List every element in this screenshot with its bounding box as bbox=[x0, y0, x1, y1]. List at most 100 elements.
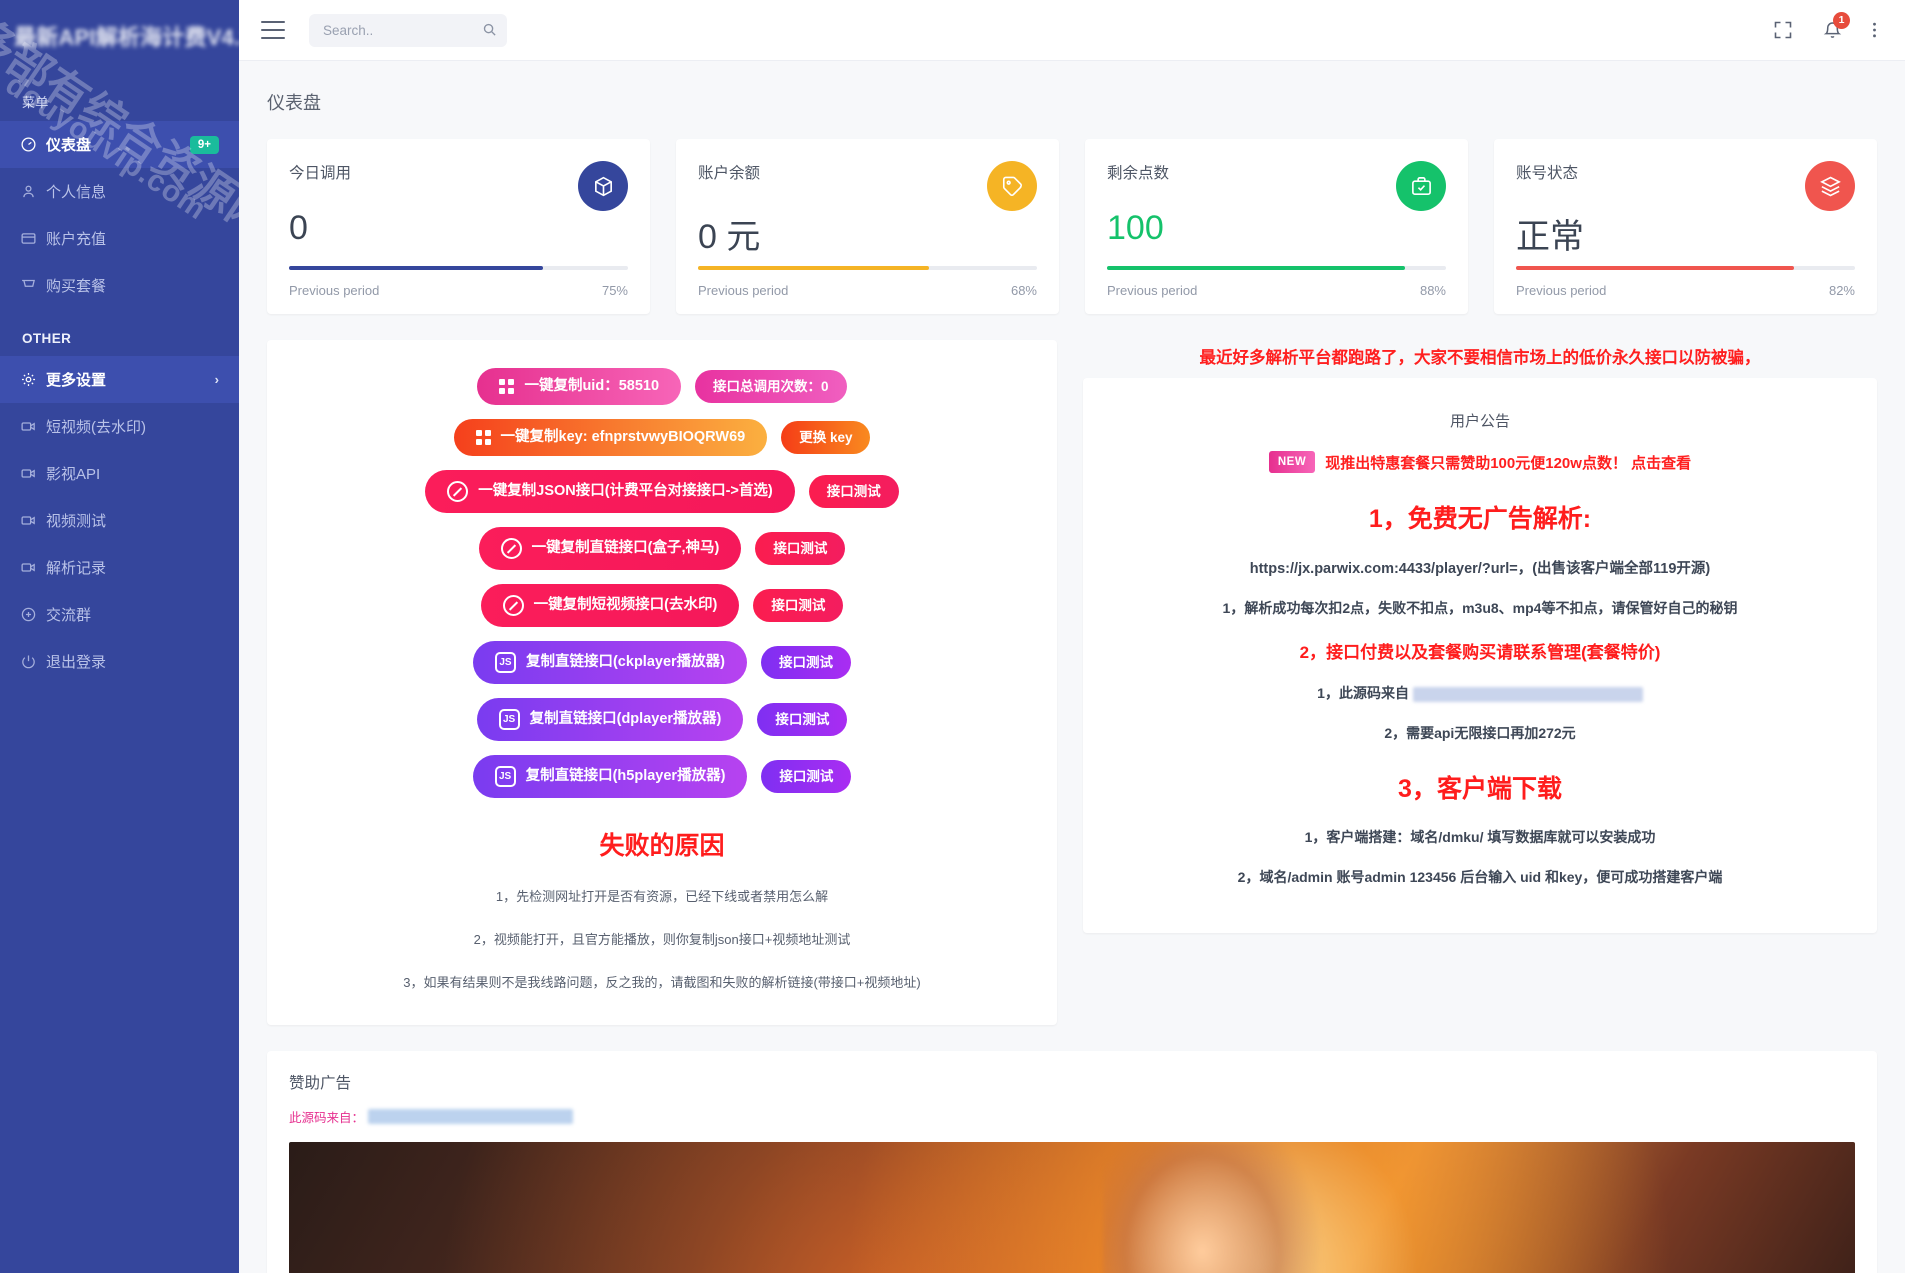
announcement-section-3-title: 3，客户端下载 bbox=[1398, 775, 1562, 803]
link-icon bbox=[447, 481, 469, 502]
stat-card-value: 0 bbox=[289, 209, 308, 247]
sponsor-ad-banner[interactable]: V 腾讯视频 VIP bbox=[289, 1142, 1855, 1273]
sidebar-item-profile[interactable]: 个人信息 bbox=[0, 168, 239, 215]
sidebar-section-other: OTHER bbox=[22, 331, 72, 346]
stat-card-progress-fill bbox=[1107, 266, 1406, 270]
stat-card-progress-fill bbox=[698, 266, 929, 270]
sidebar-item-label: 短视频(去水印) bbox=[46, 419, 146, 436]
search-box[interactable] bbox=[309, 13, 507, 47]
stat-card-legend-label: Previous period bbox=[698, 283, 789, 298]
sponsor-title: 赞助广告 bbox=[289, 1075, 352, 1092]
announcement-url[interactable]: https://jx.parwix.com:4433/player/?url=，… bbox=[1107, 557, 1853, 578]
copy-dplayer-link-button[interactable]: JS 复制直链接口(dplayer播放器) bbox=[476, 698, 744, 741]
api-test-button[interactable]: 接口测试 bbox=[761, 645, 851, 680]
button-label: 更换 key bbox=[799, 429, 853, 445]
hamburger-icon[interactable] bbox=[261, 21, 285, 39]
cart-icon bbox=[20, 277, 46, 294]
button-label: 接口测试 bbox=[826, 483, 881, 499]
copy-uid-button[interactable]: 一键复制uid：58510 bbox=[477, 368, 682, 405]
copy-h5player-link-button[interactable]: JS 复制直链接口(h5player播放器) bbox=[472, 755, 748, 798]
video-icon bbox=[20, 559, 46, 576]
stat-card-legend-percent: 68% bbox=[1010, 283, 1037, 298]
action-row: 一键复制直链接口(盒子,神马) 接口测试 bbox=[287, 527, 1037, 570]
sidebar-item-buy-package[interactable]: 购买套餐 bbox=[0, 262, 239, 309]
more-vertical-icon[interactable] bbox=[1872, 20, 1877, 40]
api-test-button[interactable]: 接口测试 bbox=[761, 759, 852, 794]
page-title: 仪表盘 bbox=[267, 93, 321, 113]
api-test-button[interactable]: 接口测试 bbox=[753, 588, 844, 623]
action-row: 一键复制uid：58510 接口总调用次数：0 bbox=[287, 368, 1037, 405]
stat-card-value: 正常 bbox=[1516, 218, 1584, 256]
button-label: 接口测试 bbox=[779, 768, 834, 784]
redacted-source-text bbox=[1412, 686, 1643, 702]
button-label: 复制直链接口(ckplayer播放器) bbox=[525, 654, 725, 671]
sidebar-item-film-api[interactable]: 影视API bbox=[0, 450, 239, 497]
sidebar-item-label: 影视API bbox=[46, 466, 101, 483]
announcement-note-3: 2，需要api无限接口再加272元 bbox=[1384, 725, 1576, 741]
copy-key-button[interactable]: 一键复制key: efnprstvwyBIOQRW69 bbox=[453, 419, 768, 456]
sidebar-item-video-test[interactable]: 视频测试 bbox=[0, 497, 239, 544]
gauge-icon bbox=[20, 136, 46, 153]
copy-ckplayer-link-button[interactable]: JS 复制直链接口(ckplayer播放器) bbox=[472, 641, 747, 684]
video-icon bbox=[20, 418, 46, 435]
sidebar-item-community[interactable]: 交流群 bbox=[0, 591, 239, 638]
stat-card-legend-percent: 88% bbox=[1419, 283, 1446, 298]
stat-card-legend-percent: 75% bbox=[601, 283, 628, 298]
change-key-button[interactable]: 更换 key bbox=[781, 420, 871, 455]
search-input[interactable] bbox=[321, 21, 495, 39]
credit-card-icon bbox=[20, 230, 46, 247]
sidebar-item-label: 仪表盘 bbox=[46, 137, 92, 154]
stat-card-progress-track bbox=[289, 266, 628, 270]
ad-background-image bbox=[1103, 1142, 1324, 1273]
button-label: 复制直链接口(dplayer播放器) bbox=[529, 711, 722, 728]
stat-card-title: 账户余额 bbox=[698, 165, 761, 182]
sidebar-item-logout[interactable]: 退出登录 bbox=[0, 638, 239, 685]
button-label: 复制直链接口(h5player播放器) bbox=[525, 768, 726, 785]
notifications-button[interactable]: 1 bbox=[1823, 11, 1850, 40]
sidebar-item-short-video[interactable]: 短视频(去水印) bbox=[0, 403, 239, 450]
action-row: JS 复制直链接口(h5player播放器) 接口测试 bbox=[287, 755, 1037, 798]
stat-card-title: 剩余点数 bbox=[1107, 165, 1170, 182]
sidebar-item-parse-records[interactable]: 解析记录 bbox=[0, 544, 239, 591]
api-test-button[interactable]: 接口测试 bbox=[757, 702, 848, 737]
panels-row: 一键复制uid：58510 接口总调用次数：0 一键复制key: efnprst… bbox=[239, 314, 1905, 1025]
sidebar-item-more-settings[interactable]: 更多设置 › bbox=[0, 356, 239, 403]
stat-card-value: 100 bbox=[1107, 209, 1164, 247]
tag-icon bbox=[987, 161, 1037, 211]
copy-direct-link-api-button[interactable]: 一键复制直链接口(盒子,神马) bbox=[478, 527, 742, 570]
announcement-section-1-title: 1，免费无广告解析: bbox=[1368, 505, 1592, 533]
action-row: JS 复制直链接口(dplayer播放器) 接口测试 bbox=[287, 698, 1037, 741]
sidebar-item-label: 视频测试 bbox=[46, 513, 107, 530]
sidebar-item-label: 更多设置 bbox=[46, 372, 107, 389]
main-content: 仪表盘 今日调用 0 Previous period 75% 账户余额 0 元 bbox=[239, 61, 1905, 1273]
video-icon bbox=[20, 512, 46, 529]
box-icon bbox=[578, 161, 628, 211]
announcement-note-1: 1，解析成功每次扣2点，失败不扣点，m3u8、mp4等不扣点，请保管好自己的秘钥 bbox=[1222, 600, 1738, 616]
api-test-button[interactable]: 接口测试 bbox=[808, 474, 899, 509]
top-bar: 1 bbox=[239, 0, 1905, 61]
button-label: 一键复制uid：58510 bbox=[524, 378, 660, 395]
brand-logo-blurred-text: 最新API解析海计费V4.3 bbox=[14, 25, 239, 50]
api-test-button[interactable]: 接口测试 bbox=[755, 531, 846, 566]
sidebar-item-dashboard[interactable]: 仪表盘 9+ bbox=[0, 121, 239, 168]
sidebar-item-recharge[interactable]: 账户充值 bbox=[0, 215, 239, 262]
api-actions-panel: 一键复制uid：58510 接口总调用次数：0 一键复制key: efnprst… bbox=[267, 340, 1057, 1025]
failure-reason-line: 2，视频能打开，且官方能播放，则你复制json接口+视频地址测试 bbox=[473, 932, 851, 947]
fullscreen-icon[interactable] bbox=[1773, 20, 1793, 40]
total-calls-button[interactable]: 接口总调用次数：0 bbox=[695, 369, 847, 404]
action-row: 一键复制key: efnprstvwyBIOQRW69 更换 key bbox=[287, 419, 1037, 456]
announcement-note-2-prefix: 1，此源码来自 bbox=[1317, 685, 1409, 701]
redacted-source-link bbox=[368, 1109, 574, 1124]
announcement-note-5: 2，域名/admin 账号admin 123456 后台输入 uid 和key，… bbox=[1237, 869, 1723, 885]
sidebar-item-label: 个人信息 bbox=[46, 184, 107, 201]
sidebar-badge-dashboard: 9+ bbox=[189, 135, 219, 154]
sponsor-ad-panel: 赞助广告 此源码来自： V 腾讯视频 VIP bbox=[267, 1051, 1877, 1273]
brand-logo[interactable]: 最新API解析海计费V4.3 bbox=[0, 0, 239, 72]
stat-card-progress-track bbox=[698, 266, 1037, 270]
announcement-note-4: 1，客户端搭建：域名/dmku/ 填写数据库就可以安装成功 bbox=[1304, 829, 1656, 845]
js-icon: JS bbox=[494, 652, 516, 673]
copy-short-video-api-button[interactable]: 一键复制短视频接口(去水印) bbox=[480, 584, 740, 627]
announcement-new-row[interactable]: NEW 现推出特惠套餐只需赞助100元便120w点数！ 点击查看 bbox=[1107, 451, 1853, 473]
check-briefcase-icon bbox=[1396, 161, 1446, 211]
copy-json-api-button[interactable]: 一键复制JSON接口(计费平台对接接口->首选) bbox=[425, 470, 795, 513]
